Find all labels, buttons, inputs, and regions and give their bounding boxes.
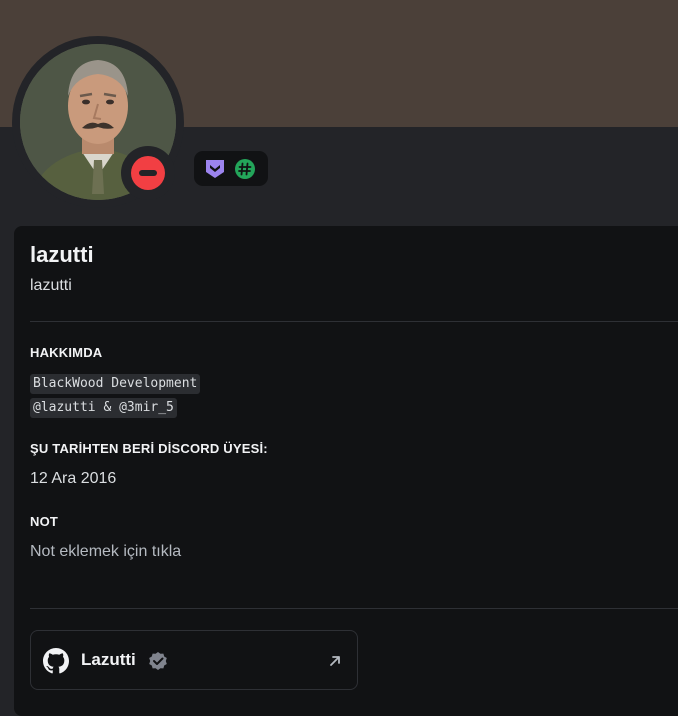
badge-list: [194, 151, 268, 186]
hashtag-badge-icon[interactable]: [234, 158, 256, 180]
verified-icon: [149, 652, 167, 670]
divider: [30, 608, 678, 609]
connection-name: Lazutti: [81, 650, 136, 669]
display-name: lazutti: [30, 242, 94, 267]
about-line: @lazutti & @3mir_5: [30, 398, 177, 418]
github-connection[interactable]: Lazutti: [30, 630, 358, 690]
note-title: NOT: [30, 514, 59, 529]
hypesquad-icon[interactable]: [204, 158, 226, 180]
github-icon: [43, 648, 69, 674]
username: lazutti: [30, 277, 72, 294]
about-line: BlackWood Development: [30, 374, 201, 394]
about-title: HAKKIMDA: [30, 345, 103, 360]
note-input[interactable]: Not eklemek için tıkla: [30, 543, 181, 561]
member-since-title: ŞU TARİHTEN BERİ DİSCORD ÜYESİ:: [30, 441, 268, 456]
member-since-date: 12 Ara 2016: [30, 470, 117, 487]
external-link-icon[interactable]: [327, 653, 343, 669]
divider: [30, 321, 678, 322]
dnd-status-icon: [131, 156, 165, 190]
